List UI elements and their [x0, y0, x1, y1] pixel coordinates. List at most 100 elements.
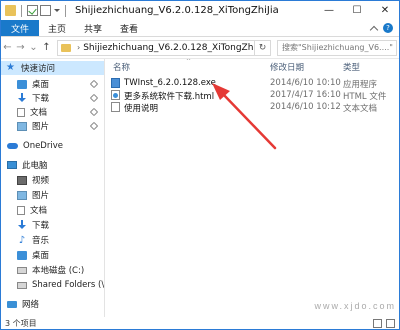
picture-icon — [17, 190, 27, 200]
nav-item-downloads[interactable]: 下载 — [1, 91, 104, 105]
nav-label: 文档 — [30, 206, 48, 216]
file-date: 2014/6/10 10:12 — [270, 102, 341, 112]
folder-icon — [5, 5, 16, 16]
search-icon[interactable] — [393, 41, 396, 55]
file-list: ^ 名称 修改日期 类型 TWInst_6.2.0.128.exe 2014/6… — [106, 59, 399, 317]
nav-item-pc-desktop[interactable]: 桌面 — [1, 248, 104, 262]
tab-home[interactable]: 主页 — [39, 20, 75, 36]
nav-label: 网络 — [22, 300, 40, 310]
nav-label: OneDrive — [23, 141, 63, 151]
star-icon: ★ — [6, 62, 15, 73]
file-type: 文本文档 — [343, 104, 378, 114]
nav-item-pc-documents[interactable]: 文档 — [1, 203, 104, 217]
column-headers: ^ 名称 修改日期 类型 — [106, 59, 399, 73]
pin-icon[interactable] — [89, 107, 99, 117]
music-icon: ♪ — [18, 234, 26, 246]
new-folder-icon[interactable] — [40, 5, 51, 16]
tab-share[interactable]: 共享 — [75, 20, 111, 36]
sort-arrow-icon: ^ — [186, 59, 192, 65]
nav-label: Shared Folders (\\v — [32, 280, 105, 290]
ribbon-tabs: 文件 主页 共享 查看 ? — [1, 20, 399, 37]
minimize-button[interactable]: — — [315, 1, 343, 20]
forward-button[interactable]: → — [14, 39, 27, 57]
file-name: TWInst_6.2.0.128.exe — [124, 78, 216, 88]
html-icon — [111, 90, 120, 100]
recent-locations-button[interactable]: ⌄ — [27, 39, 40, 57]
nav-label: 下载 — [32, 221, 50, 231]
file-type: HTML 文件 — [343, 92, 387, 102]
file-date: 2014/6/10 10:10 — [270, 78, 341, 88]
properties-icon[interactable] — [27, 5, 38, 16]
quick-access-toolbar — [1, 1, 69, 20]
nav-network[interactable]: 网络 — [1, 297, 104, 311]
network-icon — [7, 300, 17, 308]
nav-label: 本地磁盘 (C:) — [32, 266, 85, 276]
nav-item-pictures[interactable]: 图片 — [1, 119, 104, 133]
pin-icon[interactable] — [89, 93, 99, 103]
search-input[interactable]: 搜索"Shijiezhichuang_V6...." — [277, 39, 397, 56]
column-header-type[interactable]: 类型 — [343, 61, 360, 73]
nav-item-desktop[interactable]: 桌面 — [1, 77, 104, 91]
desktop-icon — [17, 79, 27, 89]
nav-item-music[interactable]: ♪ 音乐 — [1, 233, 104, 247]
breadcrumb-separator-icon[interactable]: › — [77, 43, 80, 52]
folder-icon — [61, 43, 71, 52]
help-icon[interactable]: ? — [383, 23, 393, 33]
maximize-button[interactable]: ☐ — [343, 1, 371, 20]
nav-label: 桌面 — [32, 251, 50, 261]
title-bar: Shijiezhichuang_V6.2.0.128_XiTongZhiJia … — [1, 1, 399, 20]
nav-item-local-disk[interactable]: 本地磁盘 (C:) — [1, 263, 104, 277]
close-button[interactable]: ✕ — [371, 1, 399, 20]
up-button[interactable]: ↑ — [40, 39, 53, 57]
nav-quick-access[interactable]: ★ 快速访问 — [1, 61, 104, 75]
address-bar[interactable]: › Shijiezhichuang_V6.2.0.128_XiTongZhiJi… — [57, 39, 255, 56]
download-icon — [17, 93, 27, 103]
file-type: 应用程序 — [343, 80, 378, 90]
nav-label: 此电脑 — [22, 161, 48, 171]
nav-label: 快速访问 — [21, 64, 56, 74]
document-icon — [17, 107, 25, 117]
item-count: 3 个项目 — [5, 319, 37, 328]
nav-item-videos[interactable]: 视频 — [1, 173, 104, 187]
nav-onedrive[interactable]: OneDrive — [1, 139, 104, 153]
column-header-date[interactable]: 修改日期 — [270, 61, 304, 73]
status-bar: 3 个项目 — [1, 317, 399, 329]
watermark: www.xjdo.com — [314, 301, 396, 311]
explorer-window: Shijiezhichuang_V6.2.0.128_XiTongZhiJia … — [0, 0, 400, 330]
back-button[interactable]: ← — [1, 39, 14, 57]
file-row[interactable]: 更多系统软件下载.html 2017/4/17 16:10 HTML 文件 — [106, 90, 399, 102]
file-date: 2017/4/17 16:10 — [270, 90, 341, 100]
nav-label: 图片 — [32, 191, 50, 201]
nav-item-pc-downloads[interactable]: 下载 — [1, 218, 104, 232]
file-name: 更多系统软件下载.html — [124, 92, 215, 102]
file-row[interactable]: 使用说明 2014/6/10 10:12 文本文档 — [106, 102, 399, 114]
nav-label: 图片 — [32, 122, 50, 132]
tab-view[interactable]: 查看 — [111, 20, 147, 36]
refresh-button[interactable]: ↻ — [255, 39, 271, 56]
nav-label: 桌面 — [32, 80, 50, 90]
nav-label: 文档 — [30, 108, 48, 118]
nav-item-documents[interactable]: 文档 — [1, 105, 104, 119]
address-row: ← → ⌄ ↑ › Shijiezhichuang_V6.2.0.128_XiT… — [1, 37, 399, 59]
computer-icon — [7, 161, 17, 169]
details-view-icon[interactable] — [373, 319, 382, 328]
file-row[interactable]: TWInst_6.2.0.128.exe 2014/6/10 10:10 应用程… — [106, 78, 399, 90]
tab-file[interactable]: 文件 — [1, 20, 40, 36]
search-placeholder: 搜索"Shijiezhichuang_V6...." — [282, 43, 393, 52]
breadcrumb-path[interactable]: Shijiezhichuang_V6.2.0.128_XiTongZhiJi..… — [83, 43, 254, 53]
navigation-pane: ★ 快速访问 桌面 下载 文档 图片 OneDrive 此电脑 视频 图片 文档… — [1, 59, 105, 317]
large-icons-view-icon[interactable] — [386, 319, 395, 328]
customize-toolbar-icon[interactable] — [53, 5, 60, 16]
pin-icon[interactable] — [89, 121, 99, 131]
download-icon — [17, 220, 27, 230]
pin-icon[interactable] — [89, 79, 99, 89]
text-file-icon — [111, 102, 120, 112]
nav-item-shared-folders[interactable]: Shared Folders (\\v — [1, 278, 105, 292]
expand-ribbon-icon[interactable] — [369, 25, 379, 34]
picture-icon — [17, 121, 27, 131]
nav-this-pc[interactable]: 此电脑 — [1, 158, 104, 172]
nav-item-pc-pictures[interactable]: 图片 — [1, 188, 104, 202]
nav-label: 音乐 — [32, 236, 50, 246]
network-drive-icon — [17, 281, 27, 289]
column-header-name[interactable]: 名称 — [113, 61, 130, 73]
